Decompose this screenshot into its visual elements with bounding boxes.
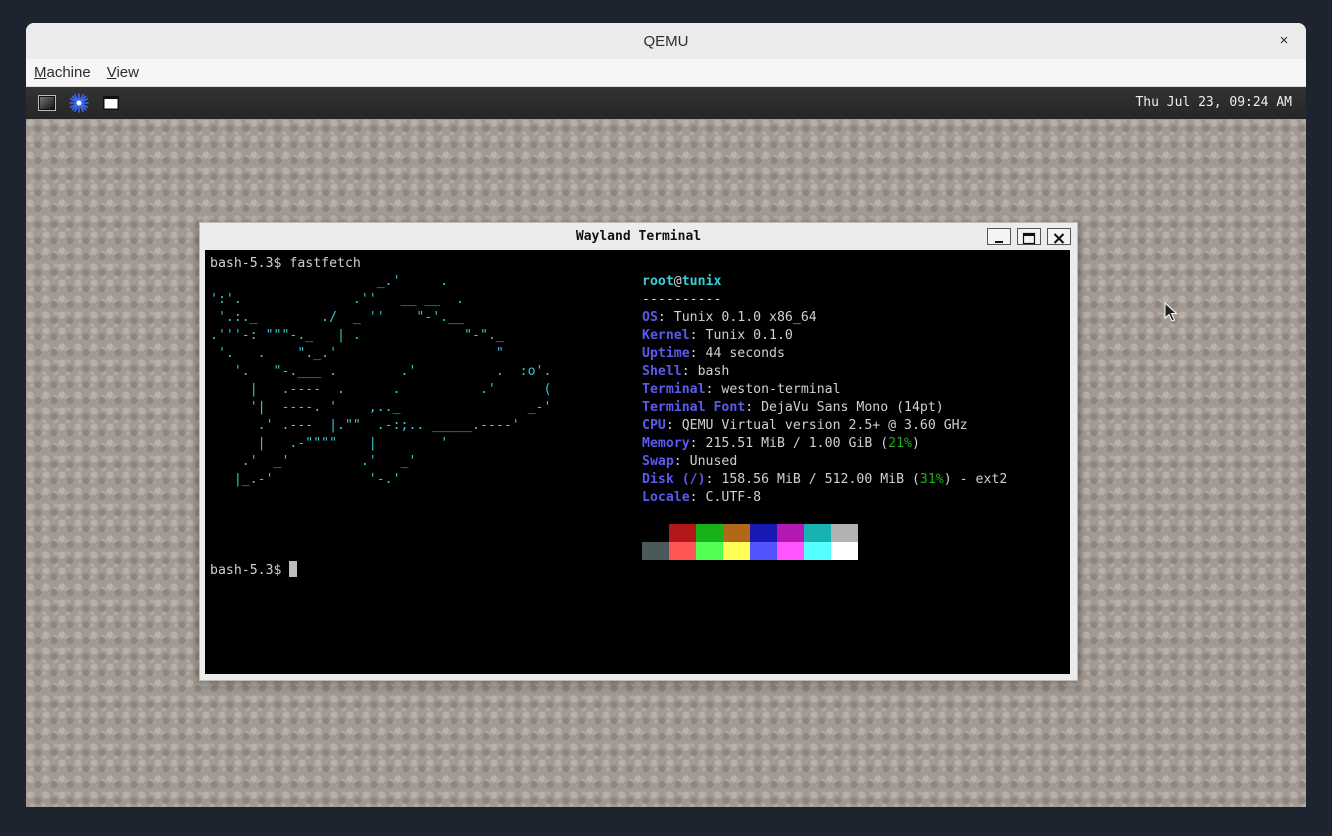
terminal-window[interactable]: Wayland Terminal bash-5.3$ fastfetch _.'… [199, 222, 1078, 681]
color-swatch [804, 524, 831, 542]
ascii-logo: _.' . ':'. .'' __ __ . '.:._ ./ _ '' "-'… [210, 274, 552, 487]
info-memory: Memory: 215.51 MiB / 1.00 GiB (21%) [642, 436, 920, 451]
color-swatch [804, 542, 831, 560]
color-swatch [642, 542, 669, 560]
color-swatch [777, 524, 804, 542]
minimize-icon [995, 241, 1003, 243]
guest-desktop: Thu Jul 23, 09:24 AM Wayland Terminal ba… [26, 87, 1306, 807]
palette-row-normal [642, 524, 858, 542]
terminal-content[interactable]: bash-5.3$ fastfetch _.' . ':'. .'' __ __… [205, 250, 1070, 674]
terminal-title: Wayland Terminal [575, 229, 702, 244]
maximize-button[interactable] [1017, 228, 1041, 245]
terminal-launcher-icon[interactable] [38, 95, 56, 111]
qemu-menubar: Machine View [26, 59, 1306, 87]
text-cursor [289, 561, 298, 577]
active-prompt-line: bash-5.3$ [210, 561, 298, 580]
separator: ---------- [642, 292, 722, 307]
color-swatch [723, 524, 750, 542]
color-swatch [723, 542, 750, 560]
info-terminal: Terminal: weston-terminal [642, 382, 841, 397]
color-swatch [642, 524, 669, 542]
user-host: root@tunix [642, 274, 722, 289]
qemu-window: QEMU × Machine View Thu Jul 23, 09:24 AM… [26, 23, 1306, 807]
weston-star-icon[interactable] [69, 93, 89, 113]
menu-view[interactable]: View [99, 64, 147, 81]
color-swatch [696, 542, 723, 560]
color-swatch [831, 524, 858, 542]
color-swatch [831, 542, 858, 560]
info-swap: Swap: Unused [642, 454, 738, 469]
panel-clock: Thu Jul 23, 09:24 AM [1135, 95, 1292, 110]
info-shell: Shell: bash [642, 364, 730, 379]
close-icon[interactable]: × [1272, 29, 1296, 53]
system-info: root@tunix ---------- OS: Tunix 0.1.0 x8… [642, 273, 1007, 507]
info-locale: Locale: C.UTF-8 [642, 490, 762, 505]
color-swatch [750, 542, 777, 560]
qemu-titlebar[interactable]: QEMU × [26, 23, 1306, 59]
color-swatch [777, 542, 804, 560]
mouse-pointer-icon [1164, 301, 1178, 322]
color-swatch [696, 524, 723, 542]
command-prompt-line: bash-5.3$ fastfetch [210, 256, 361, 271]
menu-machine[interactable]: Machine [26, 64, 99, 81]
info-cpu: CPU: QEMU Virtual version 2.5+ @ 3.60 GH… [642, 418, 968, 433]
color-swatch [669, 524, 696, 542]
window-icon[interactable] [103, 96, 119, 110]
terminal-titlebar[interactable]: Wayland Terminal [200, 223, 1077, 250]
close-icon [1053, 233, 1065, 244]
info-os: OS: Tunix 0.1.0 x86_64 [642, 310, 817, 325]
close-button[interactable] [1047, 228, 1071, 245]
color-palette [642, 524, 858, 560]
minimize-button[interactable] [987, 228, 1011, 245]
maximize-icon [1022, 232, 1036, 245]
palette-row-bright [642, 542, 858, 560]
info-terminal-font: Terminal Font: DejaVu Sans Mono (14pt) [642, 400, 944, 415]
color-swatch [750, 524, 777, 542]
weston-panel: Thu Jul 23, 09:24 AM [26, 87, 1306, 119]
color-swatch [669, 542, 696, 560]
qemu-title: QEMU [643, 32, 689, 50]
info-kernel: Kernel: Tunix 0.1.0 [642, 328, 793, 343]
info-disk: Disk (/): 158.56 MiB / 512.00 MiB (31%) … [642, 472, 1008, 487]
info-uptime: Uptime: 44 seconds [642, 346, 785, 361]
